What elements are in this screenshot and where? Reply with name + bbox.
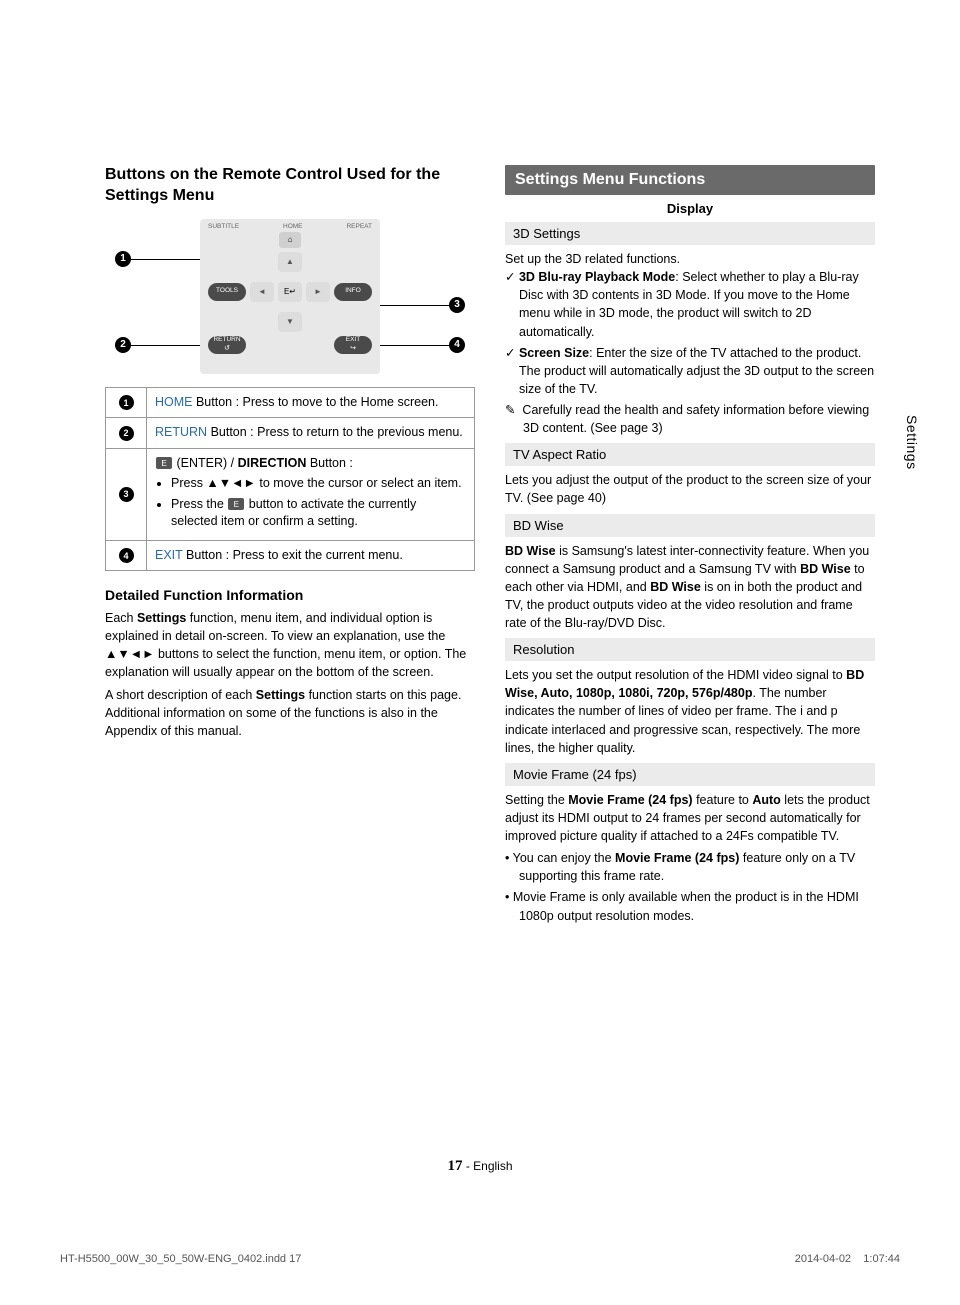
home-icon: ⌂ (279, 232, 301, 248)
movieframe-bullet1: • You can enjoy the Movie Frame (24 fps)… (505, 849, 875, 885)
row4-badge: 4 (119, 548, 134, 563)
settings-functions-header: Settings Menu Functions (505, 165, 875, 195)
callout-1: 1 (115, 251, 131, 267)
subhead-tv-aspect: TV Aspect Ratio (505, 443, 875, 466)
row3-badge: 3 (119, 487, 134, 502)
direction-pad: ▲ ▼ ◄ ► E↵ (250, 252, 330, 332)
row4-desc: EXIT Button : Press to exit the current … (147, 540, 475, 571)
row2-badge: 2 (119, 426, 134, 441)
movieframe-text: Setting the Movie Frame (24 fps) feature… (505, 791, 875, 845)
print-footer: HT-H5500_00W_30_50_50W-ENG_0402.indd 17 … (60, 1253, 900, 1265)
tv-aspect-text: Lets you adjust the output of the produc… (505, 471, 875, 507)
remote-subtitle-label: SUBTITLE (208, 223, 239, 230)
subhead-resolution: Resolution (505, 638, 875, 661)
dpad-left-icon: ◄ (250, 282, 274, 302)
table-row: 4 EXIT Button : Press to exit the curren… (106, 540, 475, 571)
3d-item-playback: ✓ 3D Blu-ray Playback Mode: Select wheth… (505, 268, 875, 341)
detailed-heading: Detailed Function Information (105, 587, 475, 603)
enter-icon: E (156, 457, 172, 469)
side-tab-settings: Settings (904, 415, 920, 470)
remote-section-title: Buttons on the Remote Control Used for t… (105, 165, 475, 207)
display-category-label: Display (505, 201, 875, 216)
movieframe-bullet2: • Movie Frame is only available when the… (505, 888, 875, 924)
callout-4: 4 (449, 337, 465, 353)
row2-desc: RETURN Button : Press to return to the p… (147, 418, 475, 449)
enter-button-icon: E↵ (278, 282, 302, 302)
row3-desc: E (ENTER) / DIRECTION Button : Press ▲▼◄… (147, 448, 475, 540)
row3-li2: Press the E button to activate the curre… (171, 496, 466, 531)
footer-date: 2014-04-02 (795, 1253, 851, 1265)
subhead-bdwise: BD Wise (505, 514, 875, 537)
return-button: RETURN ↺ (208, 336, 246, 354)
table-row: 2 RETURN Button : Press to return to the… (106, 418, 475, 449)
footer-time: 1:07:44 (863, 1253, 900, 1265)
info-button: INFO (334, 283, 372, 301)
remote-home-label: HOME (283, 223, 303, 230)
enter-icon: E (228, 498, 244, 510)
dpad-right-icon: ► (306, 282, 330, 302)
button-description-table: 1 HOME Button : Press to move to the Hom… (105, 387, 475, 572)
tools-button: TOOLS (208, 283, 246, 301)
3d-intro: Set up the 3D related functions. (505, 250, 875, 268)
bdwise-text: BD Wise is Samsung's latest inter-connec… (505, 542, 875, 633)
remote-repeat-label: REPEAT (346, 223, 372, 230)
callout-2: 2 (115, 337, 131, 353)
detailed-p1: Each Settings function, menu item, and i… (105, 609, 475, 682)
exit-button: EXIT ↪ (334, 336, 372, 354)
row1-desc: HOME Button : Press to move to the Home … (147, 387, 475, 418)
dpad-down-icon: ▼ (278, 312, 302, 332)
row3-li1: Press ▲▼◄► to move the cursor or select … (171, 475, 466, 493)
detailed-p2: A short description of each Settings fun… (105, 686, 475, 740)
subhead-movieframe: Movie Frame (24 fps) (505, 763, 875, 786)
row1-badge: 1 (119, 395, 134, 410)
table-row: 1 HOME Button : Press to move to the Hom… (106, 387, 475, 418)
dpad-up-icon: ▲ (278, 252, 302, 272)
footer-filename: HT-H5500_00W_30_50_50W-ENG_0402.indd 17 (60, 1253, 301, 1265)
table-row: 3 E (ENTER) / DIRECTION Button : Press ▲… (106, 448, 475, 540)
page-number-footer: 17 - English (0, 1158, 960, 1175)
remote-diagram: 1 2 3 4 SUBTITLE HOME REPEAT ⌂ (105, 219, 475, 379)
callout-3: 3 (449, 297, 465, 313)
3d-note: ✎ Carefully read the health and safety i… (505, 401, 875, 437)
subhead-3d-settings: 3D Settings (505, 222, 875, 245)
resolution-text: Lets you set the output resolution of th… (505, 666, 875, 757)
3d-item-screensize: ✓ Screen Size: Enter the size of the TV … (505, 344, 875, 398)
